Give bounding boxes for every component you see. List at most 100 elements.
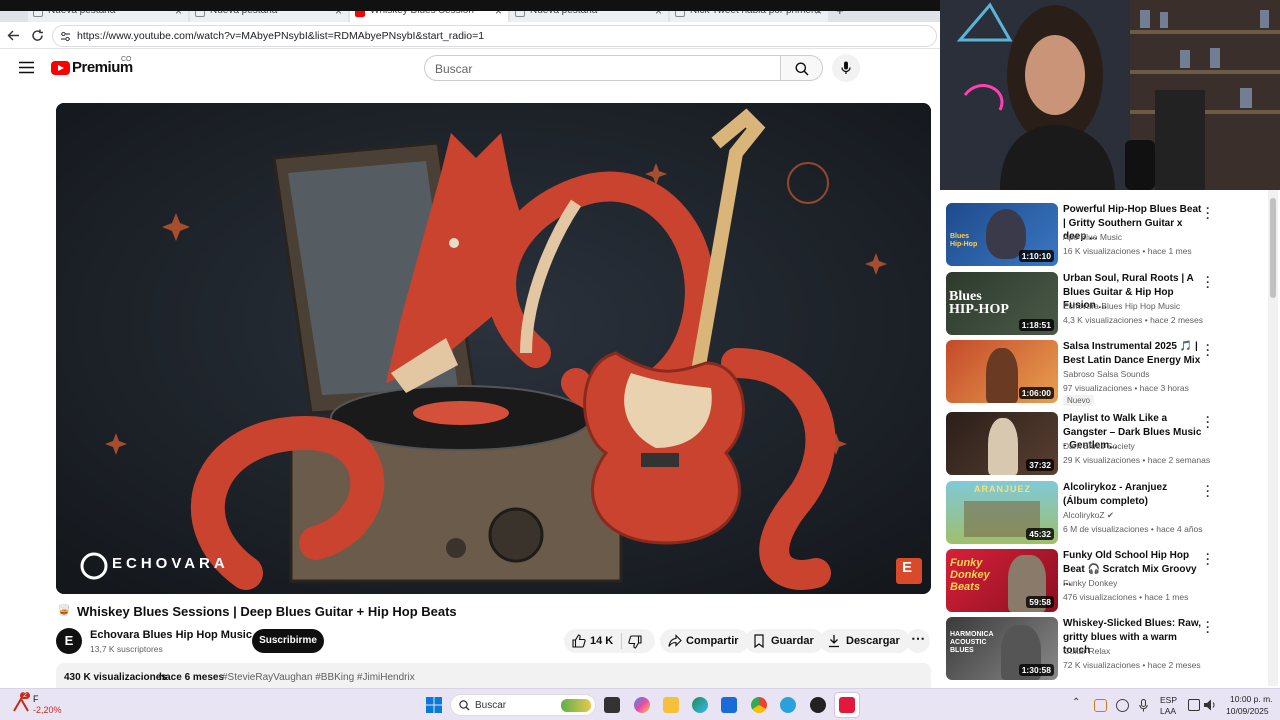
page-scrollbar[interactable]	[1268, 190, 1278, 686]
active-app-slot[interactable]	[834, 692, 860, 718]
title-emoji: 🥃	[57, 605, 71, 617]
thumbs-up-icon[interactable]	[572, 634, 586, 648]
language-secondary[interactable]: LAA	[1160, 706, 1176, 716]
reload-icon[interactable]	[31, 29, 44, 42]
chevron-up-icon[interactable]: ⌃	[1072, 697, 1080, 708]
windows-start-icon[interactable]	[426, 697, 442, 713]
telegram-icon[interactable]	[780, 697, 796, 713]
recommendation-item[interactable]: 37:32 Playlist to Walk Like a Gangster –…	[946, 411, 1276, 476]
video-thumbnail[interactable]: Blues Hip-Hop 1:10:10	[946, 203, 1058, 266]
taskbar-search[interactable]: Buscar	[450, 694, 596, 716]
search-button[interactable]	[781, 55, 823, 81]
recommendation-channel[interactable]: Ape Blue Music	[1063, 232, 1122, 242]
video-thumbnail[interactable]: 37:32	[946, 412, 1058, 475]
search-icon	[795, 62, 809, 76]
more-options-icon[interactable]: · · ·	[1204, 411, 1212, 433]
chrome-icon[interactable]	[751, 697, 767, 713]
upload-age: hace 6 meses	[159, 672, 225, 683]
search-input[interactable]: Buscar	[424, 55, 781, 81]
recommendation-item[interactable]: Blues HIP-HOP 1:18:51 Urban Soul, Rural …	[946, 271, 1276, 336]
menu-hamburger-icon[interactable]	[19, 61, 34, 74]
duration-badge: 45:32	[1026, 528, 1054, 540]
recommendation-stats: 476 visualizaciones • hace 1 mes	[1063, 592, 1189, 602]
more-options-icon[interactable]: · · ·	[1204, 339, 1212, 361]
microsoft-store-icon[interactable]	[721, 697, 737, 713]
language-primary[interactable]: ESP	[1160, 695, 1177, 705]
recommendation-channel[interactable]: Guitar Relax	[1063, 646, 1110, 656]
recommendation-channel[interactable]: Funky Donkey	[1063, 578, 1117, 588]
video-thumbnail[interactable]: HARMONICA ACOUSTIC BLUES 1:30:58	[946, 617, 1058, 680]
webcam-feed	[940, 0, 1280, 190]
more-options-icon[interactable]: · · ·	[1204, 480, 1212, 502]
edge-browser-icon[interactable]	[692, 697, 708, 713]
recommendation-channel[interactable]: AlcolirykoZ ✔	[1063, 510, 1114, 521]
subscribe-button[interactable]: Suscribirme	[252, 629, 324, 653]
voice-search-button[interactable]	[832, 54, 860, 82]
recommendation-title[interactable]: Alcolirykoz - Aranjuez (Álbum completo)	[1063, 481, 1203, 508]
tray-cloud-icon[interactable]	[1116, 699, 1129, 712]
recommendation-channel[interactable]: Dark Blues Society	[1063, 441, 1135, 451]
file-explorer-icon[interactable]	[663, 697, 679, 713]
recommendation-item[interactable]: ARANJUEZ 45:32 Alcolirykoz - Aranjuez (Á…	[946, 480, 1276, 545]
download-icon	[829, 635, 839, 648]
video-thumbnail[interactable]: 1:06:00	[946, 340, 1058, 403]
tray-app-icon[interactable]	[1094, 699, 1107, 712]
recommendation-item[interactable]: Blues Hip-Hop 1:10:10 Powerful Hip-Hop B…	[946, 202, 1276, 267]
back-arrow-icon[interactable]	[7, 29, 20, 42]
video-thumbnail[interactable]: Funky Donkey Beats 59:58	[946, 549, 1058, 612]
recommendation-item[interactable]: Funky Donkey Beats 59:58 Funky Old Schoo…	[946, 548, 1276, 613]
search-icon	[459, 700, 470, 711]
hashtags[interactable]: #StevieRayVaughan #BBKing #JimiHendrix	[222, 672, 415, 683]
channel-name[interactable]: Echovara Blues Hip Hop Music	[90, 629, 252, 641]
save-button[interactable]: Guardar	[745, 629, 824, 653]
copilot-icon[interactable]	[634, 697, 650, 713]
recommendation-stats: 16 K visualizaciones • hace 1 mes	[1063, 246, 1192, 256]
app-icon[interactable]	[810, 697, 826, 713]
duration-badge: 1:06:00	[1018, 387, 1054, 399]
new-badge: Nuevo	[1063, 395, 1095, 406]
thumbs-down-icon[interactable]	[628, 635, 642, 649]
thumb-text: Blues HIP-HOP	[949, 289, 1009, 317]
clock-time[interactable]: 10:00 p. m.	[1230, 694, 1273, 704]
video-frame-artwork	[56, 103, 931, 594]
thumb-text: ARANJUEZ	[974, 484, 1032, 494]
recommendation-channel[interactable]: Sabroso Salsa Sounds	[1063, 369, 1149, 379]
youtube-logo-icon[interactable]	[51, 61, 70, 75]
like-count[interactable]: 14 K	[590, 635, 613, 647]
window-top-strip	[0, 0, 940, 11]
more-options-icon[interactable]: · · ·	[1204, 548, 1212, 570]
download-button[interactable]: Descargar	[820, 629, 910, 653]
recommendation-channel[interactable]: Echovara Blues Hip Hop Music	[1063, 301, 1180, 311]
recommendation-stats: 97 visualizaciones • hace 3 horas	[1063, 383, 1189, 393]
more-options-icon[interactable]: · · ·	[1204, 202, 1212, 224]
video-player[interactable]: ECHOVARA E	[56, 103, 931, 594]
duration-badge: 1:30:58	[1018, 664, 1054, 676]
thumb-text: Blues Hip-Hop	[950, 233, 978, 248]
task-view-icon[interactable]	[604, 697, 620, 713]
taskbar-search-label: Buscar	[475, 700, 507, 711]
site-info-icon[interactable]	[60, 31, 71, 42]
recommendation-item[interactable]: HARMONICA ACOUSTIC BLUES 1:30:58 Whiskey…	[946, 616, 1276, 681]
share-button[interactable]: Compartir	[660, 629, 749, 653]
clock-date[interactable]: 10/09/2025	[1226, 706, 1269, 716]
view-count: 430 K visualizaciones	[64, 672, 167, 683]
recommendation-stats: 6 M de visualizaciones • hace 4 años	[1063, 524, 1203, 534]
duration-badge: 1:18:51	[1018, 319, 1054, 331]
scrollbar-thumb[interactable]	[1270, 198, 1276, 298]
video-thumbnail[interactable]: Blues HIP-HOP 1:18:51	[946, 272, 1058, 335]
video-thumbnail[interactable]: ARANJUEZ 45:32	[946, 481, 1058, 544]
like-divider	[621, 633, 622, 649]
share-label: Compartir	[686, 635, 739, 647]
microphone-icon[interactable]	[1139, 699, 1148, 712]
volume-icon[interactable]	[1203, 698, 1217, 712]
more-options-icon[interactable]: · · ·	[1204, 616, 1212, 638]
more-options-icon[interactable]: · · ·	[1204, 271, 1212, 293]
microphone-icon	[841, 61, 851, 74]
video-title: Whiskey Blues Sessions | Deep Blues Guit…	[77, 604, 457, 619]
network-icon[interactable]	[1188, 699, 1200, 711]
more-actions-icon[interactable]: ⋯	[906, 629, 930, 653]
recommendation-item[interactable]: 1:06:00 Salsa Instrumental 2025 🎵 | Best…	[946, 339, 1276, 406]
channel-avatar[interactable]: E	[56, 628, 82, 654]
recommendation-title[interactable]: Salsa Instrumental 2025 🎵 | Best Latin D…	[1063, 340, 1203, 367]
url-field[interactable]: https://www.youtube.com/watch?v=MAbyePNs…	[52, 25, 937, 47]
